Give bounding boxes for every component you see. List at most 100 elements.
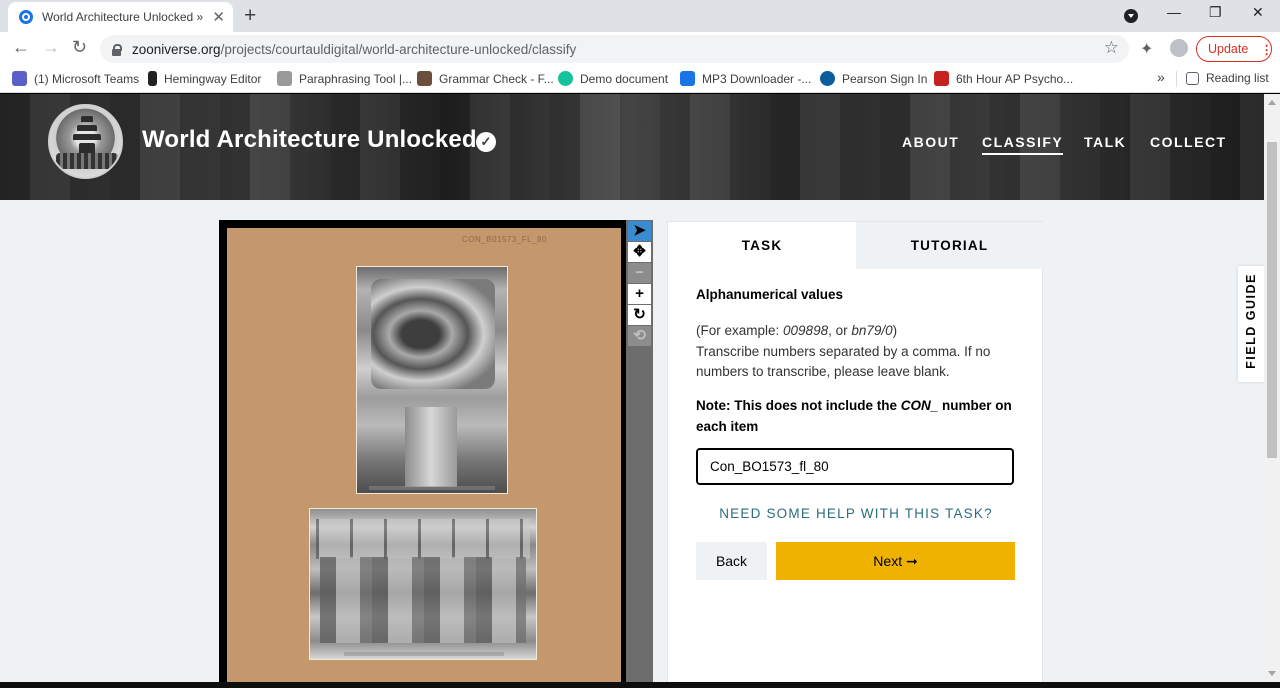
question-help: (For example: 009898, or bn79/0) Transcr… [696,321,1026,383]
bookmark-label: (1) Microsoft Teams [34,71,140,86]
bookmark-label: Grammar Check - F... [439,71,554,86]
update-label: Update [1208,42,1249,56]
cursor-icon[interactable]: ➤ [628,221,651,241]
extensions-icon[interactable]: ✦ [1140,39,1153,59]
pagoda-icon [72,116,102,158]
url-host: zooniverse.org [132,41,221,57]
back-icon[interactable]: ← [12,37,30,58]
bookmark-star-icon[interactable]: ☆ [1104,38,1119,58]
scroll-up-icon[interactable] [1268,100,1276,105]
photo-caption [369,486,495,490]
reset-icon[interactable]: ⟲ [628,326,651,346]
subject-image: CON_B01573_FL_80 [227,228,621,682]
relief-photograph [309,508,537,660]
bookmark-demo[interactable]: Demo document [558,71,668,86]
mp3-icon [680,71,695,86]
zoom-out-icon[interactable]: − [628,263,651,283]
profile-avatar-icon[interactable] [1170,39,1188,57]
reference-stamp: CON_B01573_FL_80 [462,235,547,244]
bookmark-paraphrasing[interactable]: Paraphrasing Tool |... [277,71,412,86]
question-title: Alphanumerical values [696,287,844,302]
move-icon[interactable]: ✥ [628,242,651,262]
tab-close-icon[interactable]: ✕ [212,8,225,26]
task-panel: TASK TUTORIAL Alphanumerical values (For… [667,221,1043,682]
example-one: 009898 [783,323,829,338]
nav-about[interactable]: ABOUT [902,134,959,150]
minimize-button[interactable]: — [1167,4,1181,20]
grammar-icon [417,71,432,86]
nav-classify[interactable]: CLASSIFY [982,134,1064,155]
tab-title: World Architecture Unlocked » C [42,10,207,24]
help-body: Transcribe numbers separated by a comma.… [696,343,991,380]
tab-strip: World Architecture Unlocked » C ✕ + — ❐ … [0,0,1280,32]
tab-search-icon[interactable] [1124,9,1138,23]
relief-figures [320,557,526,643]
task-help-link[interactable]: NEED SOME HELP WITH THIS TASK? [668,506,1044,521]
bookmark-label: Demo document [580,71,669,86]
relief-arches [316,519,530,559]
next-button[interactable]: Next ➞ [776,542,1015,580]
page-scrollbar[interactable] [1264,94,1280,682]
browser-toolbar: ← → ↻ zooniverse.org/projects/courtauldi… [0,32,1280,65]
carved-capital [371,279,495,389]
reading-list-icon [1186,71,1199,85]
subject-viewer[interactable]: CON_B01573_FL_80 [219,220,626,682]
forward-icon[interactable]: → [42,37,60,58]
help-prefix: (For example: [696,323,784,338]
nav-collect[interactable]: COLLECT [1150,134,1227,150]
bookmark-label: 6th Hour AP Psycho... [956,71,1074,86]
project-title[interactable]: World Architecture Unlocked [142,126,477,154]
field-guide-tab[interactable]: FIELD GUIDE [1238,266,1264,382]
note-prefix: Note: This does not include the [696,398,901,413]
tab-tutorial[interactable]: TUTORIAL [856,222,1043,269]
update-button[interactable]: Update ⋮ [1196,36,1273,62]
new-tab-button[interactable]: + [244,4,256,28]
example-two: bn79/0 [851,323,893,338]
page-content: World Architecture Unlocked ✓ ABOUT CLAS… [0,94,1264,682]
field-guide-label: FIELD GUIDE [1244,273,1258,369]
menu-dots-icon: ⋮ [1260,42,1273,57]
bookmark-label: Paraphrasing Tool |... [299,71,412,86]
bookmark-label: Pearson Sign In [842,71,928,86]
reading-list-label: Reading list [1206,71,1269,85]
address-bar[interactable]: zooniverse.org/projects/courtauldigital/… [100,35,1129,63]
restore-button[interactable]: ❐ [1209,4,1222,21]
hemingway-icon [148,71,157,86]
crowd-image [56,153,118,169]
lock-icon[interactable] [112,43,122,56]
capital-photograph [356,266,508,494]
bookmark-psychology[interactable]: 6th Hour AP Psycho... [934,71,1073,86]
tab-task[interactable]: TASK [668,222,856,269]
bookmarks-more-icon[interactable]: » [1157,69,1165,85]
bookmark-teams[interactable]: (1) Microsoft Teams [12,71,139,86]
bookmark-hemingway[interactable]: Hemingway Editor [148,71,261,86]
taskbar-edge [0,682,1280,688]
scroll-down-icon[interactable] [1268,671,1276,676]
back-button[interactable]: Back [696,542,767,580]
nav-talk[interactable]: TALK [1084,134,1126,150]
project-avatar[interactable] [48,104,123,179]
bookmark-grammar[interactable]: Grammar Check - F... [417,71,554,86]
rotate-icon[interactable]: ↻ [628,305,651,325]
bookmarks-bar: (1) Microsoft Teams Hemingway Editor Par… [0,65,1280,93]
photo-caption [344,652,504,656]
reading-list-button[interactable]: Reading list [1186,71,1269,85]
bookmark-mp3[interactable]: MP3 Downloader -... [680,71,811,86]
grammarly-icon [558,71,573,86]
bookmark-label: MP3 Downloader -... [702,71,812,86]
teams-icon [12,71,27,86]
bookmark-label: Hemingway Editor [164,71,262,86]
zoom-in-icon[interactable]: + [628,284,651,304]
viewer-toolbar: ➤ ✥ − + ↻ ⟲ [626,220,653,682]
reload-icon[interactable]: ↻ [72,37,87,58]
bookmarks-divider [1176,71,1177,87]
browser-tab[interactable]: World Architecture Unlocked » C ✕ [8,2,233,32]
question-note: Note: This does not include the CON_ num… [696,396,1026,437]
scroll-thumb[interactable] [1267,142,1277,458]
url-path: /projects/courtauldigital/world-architec… [220,41,577,57]
bookmark-pearson[interactable]: Pearson Sign In [820,71,927,86]
zooniverse-favicon-icon [19,10,33,24]
close-window-button[interactable]: ✕ [1252,4,1264,21]
answer-input[interactable] [696,448,1014,485]
verified-badge-icon: ✓ [476,132,496,152]
